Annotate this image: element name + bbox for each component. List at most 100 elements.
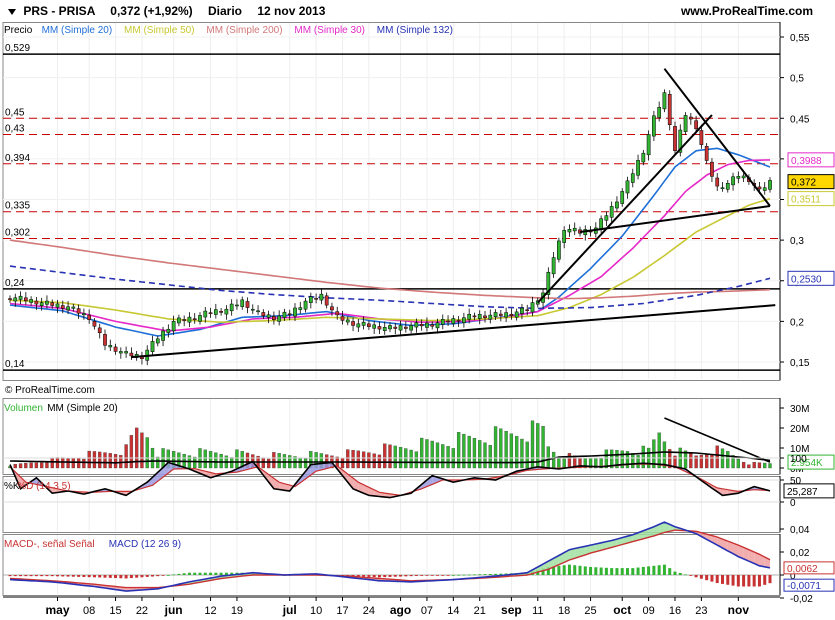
stoch-legend-item: %D (14 3 5) [17,481,70,492]
volume-bar [631,453,635,469]
candle-body [198,315,202,322]
candle-body [762,187,767,191]
volume-bar [441,444,445,469]
macd-hist-bar [604,567,608,575]
candle-body [113,346,118,352]
candle-body [456,319,461,322]
volume-bar [525,441,529,469]
candle-body [161,330,165,341]
candle-body [694,120,698,130]
candle-body [330,306,334,311]
macd-hist-bar [562,565,566,575]
candle-body [250,308,255,311]
macd-hist-bar [209,572,213,575]
macd-hist-bar [451,575,455,576]
candle-body [319,293,324,301]
candle-body [103,334,107,346]
price-tick-label: 0,45 [790,114,810,125]
candle-body [525,309,530,311]
x-tick-label: 23 [695,605,707,617]
volume-bar [40,462,44,469]
candle-body [731,176,735,186]
candle-body [419,323,424,327]
candle-body [377,326,382,330]
price-tick-label: 0,55 [790,33,810,44]
macd-hist-bar [757,575,761,587]
x-tick-label: 08 [83,605,95,617]
macd-hist-bar [673,571,677,575]
x-tick-label: oct [613,603,631,617]
volume-bar [472,438,477,469]
macd-hist-bar [82,575,86,578]
candle-body [245,301,250,308]
volume-bar [747,464,751,469]
price-tick-label: 0,15 [790,358,810,369]
macd-hist-bar [752,575,756,587]
candle-body [82,313,86,316]
candle-body [8,298,12,300]
candle-body [557,240,561,260]
candle-body [646,134,651,156]
volume-bar [87,450,91,469]
candle-body [662,92,667,110]
macd-hist-bar [124,575,128,579]
candle-body [493,312,498,317]
macd-hist-bar [483,574,487,575]
macd-hist-bar [647,566,651,575]
volume-bar [757,462,762,469]
candle-body [715,177,720,187]
macd-hist-bar [66,575,70,577]
volume-bar [219,453,223,469]
volume-bar [92,451,97,469]
volume-bar [604,449,609,469]
volume-bar [13,463,17,469]
macd-hist-bar [29,575,33,577]
macd-hist-bar [626,568,629,575]
x-tick-label: may [45,603,69,617]
vol-legend-item: Volumen [4,403,43,414]
candle-body [720,187,725,189]
macd-hist-bar [747,575,751,587]
price-legend-item: MM (Simple 200) [206,25,282,36]
candle-body [673,126,677,151]
x-tick-label: jun [164,603,183,617]
candle-body [29,299,33,303]
macd-hist-bar [721,575,724,584]
symbol-name[interactable]: PRS - PRISA [23,4,95,18]
candle-body [18,295,23,300]
candle-body [219,310,223,313]
candle-body [208,312,213,314]
candle-body [324,295,329,306]
volume-bar [29,462,33,469]
dropdown-arrow-icon[interactable] [8,8,16,15]
volume-bar [235,449,239,469]
candle-body [483,315,487,318]
candle-body [213,309,218,315]
candle-body [171,321,176,332]
candle-body [688,116,693,120]
candle-body [203,310,208,318]
candle-body [361,321,366,326]
volume-bar [478,440,482,469]
x-tick-label: nov [728,603,750,617]
volume-bar [699,454,704,469]
volume-bar [367,452,371,469]
vol-tick-label: 20M [790,424,809,435]
price-tick-label: 0,5 [790,74,804,85]
macd-hist-bar [578,565,582,575]
macd-hist-bar [678,572,682,575]
candle-body [314,298,318,300]
copyright: © ProRealTime.com [5,385,95,396]
macd-hist-bar [494,573,498,575]
macd-hist-bar [388,575,392,577]
volume-bar [82,458,86,469]
candle-body [477,314,482,319]
macd-hist-bar [103,575,107,578]
level-label: 0,302 [5,228,30,239]
x-tick-label: 09 [642,605,654,617]
site-name[interactable]: www.ProRealTime.com [681,4,813,18]
volume-bar [340,457,345,469]
candle-body [451,318,456,324]
macd-hist-bar [689,575,693,576]
macd-hist-bar [636,567,640,575]
